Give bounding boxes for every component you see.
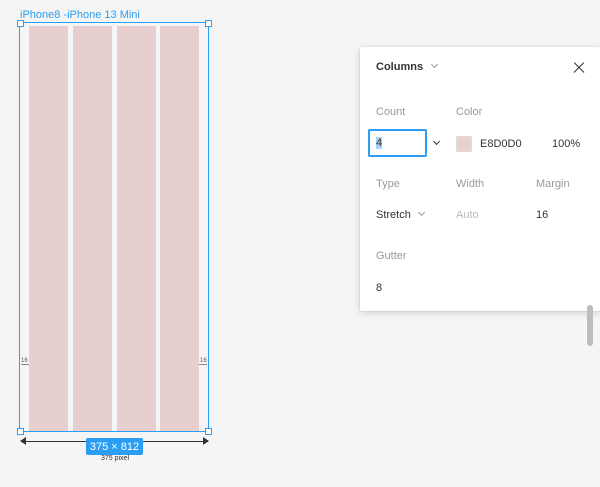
width-label: Width [456, 178, 485, 190]
gutter-input[interactable]: 8 [376, 282, 382, 294]
layout-column-2 [73, 26, 112, 431]
gutter-label: Gutter [376, 250, 407, 262]
scrollbar[interactable] [587, 305, 593, 346]
layout-column-3 [117, 26, 156, 431]
count-dropdown-chevron-icon[interactable] [432, 137, 441, 146]
resize-handle-top-left[interactable] [17, 20, 24, 27]
margin-marker-left [21, 364, 29, 365]
chevron-down-icon [417, 208, 425, 217]
count-input[interactable]: 4 [368, 129, 427, 157]
width-pixel-label: 375 pixel [100, 455, 130, 462]
arrow-right-icon [203, 437, 209, 445]
type-label: Type [376, 178, 400, 190]
columns-panel: Columns Count Color 4 E8D0D0 100% Type W… [360, 47, 600, 311]
layout-column-1 [29, 26, 68, 431]
layout-column-4 [160, 26, 199, 431]
margin-input[interactable]: 16 [536, 209, 548, 221]
color-label: Color [456, 106, 483, 118]
count-value: 4 [376, 137, 383, 149]
resize-handle-bottom-left[interactable] [17, 428, 24, 435]
arrow-left-icon [20, 437, 26, 445]
resize-handle-bottom-right[interactable] [205, 428, 212, 435]
iphone-frame[interactable] [19, 22, 209, 432]
panel-title-dropdown[interactable]: Columns [376, 60, 439, 73]
close-icon[interactable] [570, 59, 588, 77]
width-input[interactable]: Auto [456, 209, 479, 221]
color-swatch[interactable] [456, 136, 472, 152]
count-label: Count [376, 106, 406, 118]
resize-handle-top-right[interactable] [205, 20, 212, 27]
margin-marker-right [199, 364, 207, 365]
size-badge: 375 × 812 [86, 438, 143, 455]
margin-label-left: 16 [21, 358, 28, 364]
color-hex-input[interactable]: E8D0D0 [480, 138, 522, 150]
type-dropdown[interactable]: Stretch [376, 208, 425, 221]
color-opacity-input[interactable]: 100% [552, 138, 580, 150]
panel-title: Columns [376, 61, 424, 73]
chevron-down-icon [431, 60, 439, 69]
frame-label[interactable]: iPhone8 -iPhone 13 Mini [20, 9, 140, 21]
type-value: Stretch [376, 209, 411, 221]
margin-label: Margin [536, 178, 570, 190]
margin-label-right: 16 [200, 358, 207, 364]
